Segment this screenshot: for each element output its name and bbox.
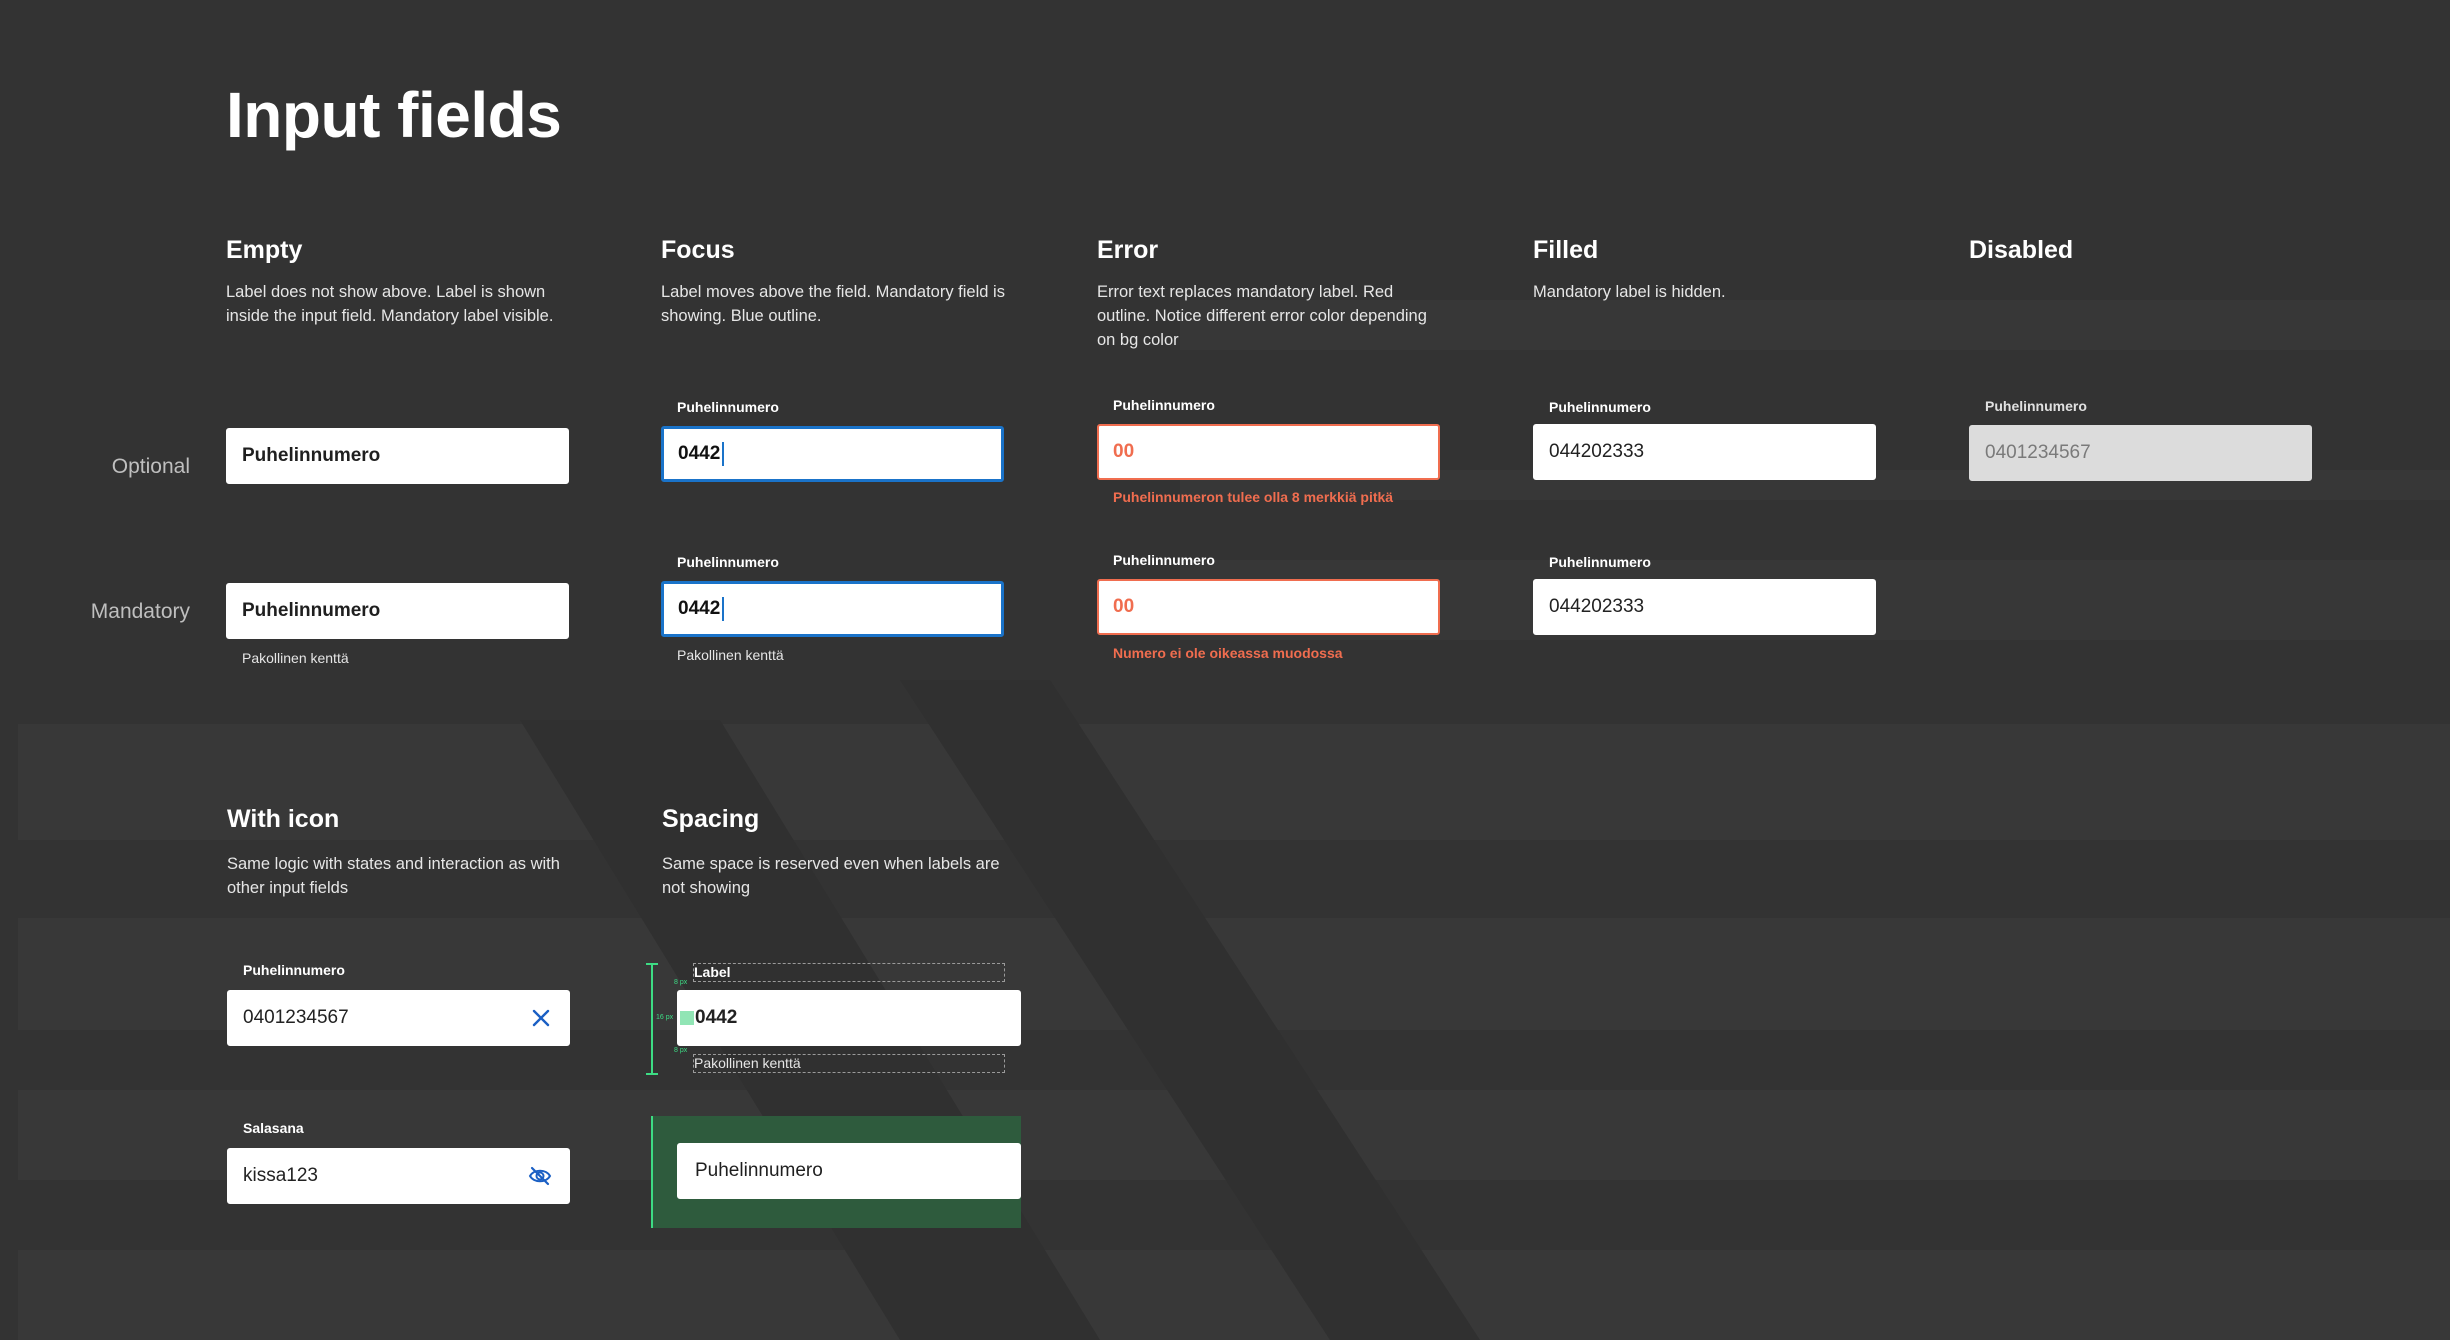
spacing-side-pad: 16 px	[656, 1014, 674, 1021]
field-label-focus-optional: Puhelinnumero	[677, 399, 779, 415]
phone-input-focus-optional[interactable]: 0442	[661, 426, 1004, 482]
mandatory-helper-empty: Pakollinen kenttä	[242, 650, 349, 666]
input-placeholder: Puhelinnumero	[242, 600, 381, 621]
input-placeholder: Puhelinnumero	[695, 1160, 823, 1181]
page-title: Input fields	[226, 79, 562, 151]
column-title-error: Error	[1097, 236, 1159, 264]
spacing-helper: Pakollinen kenttä	[694, 1055, 801, 1071]
input-value: 0401234567	[1985, 442, 2091, 463]
phone-input-empty-mandatory[interactable]: Puhelinnumero	[226, 583, 569, 639]
spacing-guide-cap-bottom	[646, 1073, 658, 1075]
eye-hidden-icon[interactable]	[528, 1165, 552, 1187]
spacing-example-input[interactable]: 0442	[677, 990, 1021, 1046]
background-pattern	[18, 300, 2450, 1340]
input-value: 0442	[695, 1007, 738, 1028]
field-label-phone-icon: Puhelinnumero	[243, 962, 345, 978]
field-label-disabled: Puhelinnumero	[1985, 398, 2087, 414]
input-value: 0401234567	[243, 1007, 349, 1028]
column-desc-error: Error text replaces mandatory label. Red…	[1097, 283, 1427, 349]
field-label-error-mandatory: Puhelinnumero	[1113, 552, 1215, 568]
column-title-empty: Empty	[226, 236, 303, 264]
field-label-focus-mandatory: Puhelinnumero	[677, 554, 779, 570]
input-value: 044202333	[1549, 441, 1645, 462]
section-desc-spacing: Same space is reserved even when labels …	[662, 855, 1000, 897]
spacing-guide-cap-top	[646, 963, 658, 965]
column-title-disabled: Disabled	[1969, 236, 2074, 264]
field-label-filled-mandatory: Puhelinnumero	[1549, 554, 1651, 570]
input-value: 0442	[678, 598, 721, 619]
phone-input-error-optional[interactable]: 00	[1097, 424, 1440, 480]
input-value: 00	[1113, 441, 1135, 462]
phone-input-with-clear[interactable]: 0401234567	[227, 990, 570, 1046]
password-input[interactable]: kissa123	[227, 1148, 570, 1204]
input-value: 044202333	[1549, 596, 1645, 617]
input-placeholder: Puhelinnumero	[242, 445, 381, 466]
column-desc-filled: Mandatory label is hidden.	[1533, 283, 1726, 301]
padding-highlight	[680, 1011, 694, 1025]
error-message-mandatory: Numero ei ole oikeassa muodossa	[1113, 645, 1343, 661]
phone-input-disabled: 0401234567	[1969, 425, 2312, 481]
input-value: 0442	[678, 443, 721, 464]
phone-input-empty-optional[interactable]: Puhelinnumero	[226, 428, 569, 484]
phone-input-error-mandatory[interactable]: 00	[1097, 579, 1440, 635]
row-label-optional: Optional	[111, 455, 190, 478]
section-title-with-icon: With icon	[227, 805, 340, 833]
input-value: 00	[1113, 596, 1135, 617]
label-slot-outline	[693, 963, 1005, 982]
field-label-error-optional: Puhelinnumero	[1113, 397, 1215, 413]
mandatory-helper-focus: Pakollinen kenttä	[677, 647, 784, 663]
reserved-space-guide	[651, 1116, 653, 1228]
phone-input-filled-optional[interactable]: 044202333	[1533, 424, 1876, 480]
spacing-height-guide	[651, 963, 653, 1075]
field-label-filled-optional: Puhelinnumero	[1549, 399, 1651, 415]
column-title-filled: Filled	[1533, 236, 1599, 264]
column-desc-focus: Label moves above the field. Mandatory f…	[661, 283, 1005, 325]
spacing-empty-input[interactable]: Puhelinnumero	[677, 1143, 1021, 1199]
phone-input-focus-mandatory[interactable]: 0442	[661, 581, 1004, 637]
text-caret	[722, 597, 725, 621]
close-icon[interactable]	[530, 1007, 552, 1029]
field-label-password: Salasana	[243, 1120, 304, 1136]
phone-input-filled-mandatory[interactable]: 044202333	[1533, 579, 1876, 635]
spacing-top-gap: 8 px	[674, 979, 688, 986]
row-label-mandatory: Mandatory	[90, 600, 190, 623]
column-desc-empty: Label does not show above. Label is show…	[226, 283, 554, 325]
text-caret	[722, 442, 725, 466]
spacing-label: Label	[694, 964, 731, 980]
section-desc-with-icon: Same logic with states and interaction a…	[227, 855, 560, 897]
error-message-optional: Puhelinnumeron tulee olla 8 merkkiä pitk…	[1113, 489, 1394, 505]
input-value: kissa123	[243, 1165, 318, 1186]
column-title-focus: Focus	[661, 236, 735, 264]
spacing-bottom-gap: 8 px	[674, 1047, 688, 1054]
section-title-spacing: Spacing	[662, 805, 760, 833]
